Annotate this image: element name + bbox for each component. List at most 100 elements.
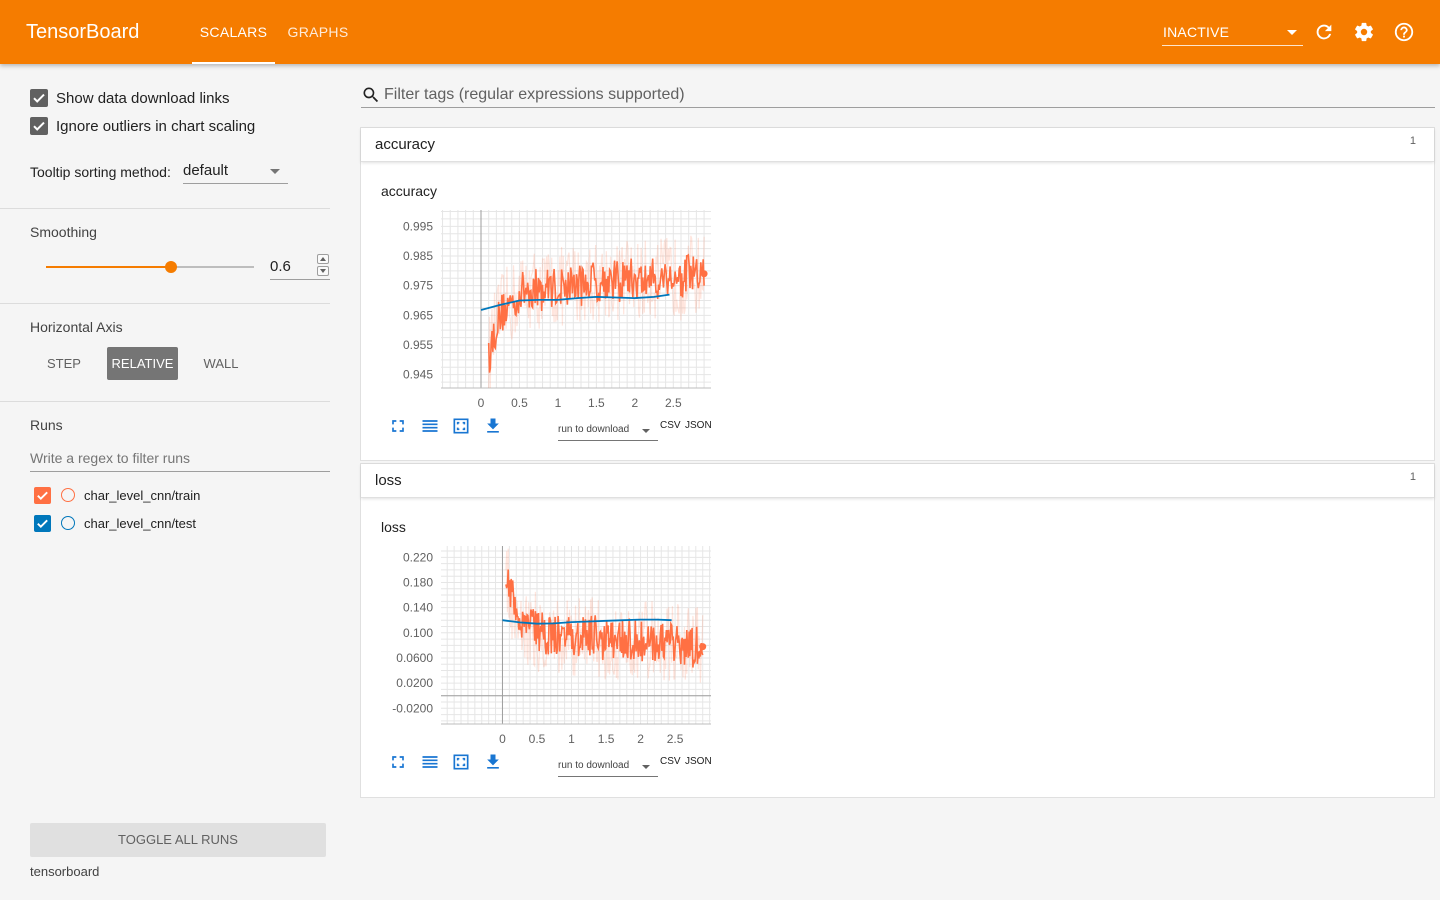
- horizontal-axis-title: Horizontal Axis: [30, 319, 123, 335]
- y-tick-label: 0.220: [403, 550, 433, 564]
- sidebar: Show data download links Ignore outliers…: [0, 64, 345, 900]
- y-tick-label: 0.975: [403, 279, 433, 293]
- series-train-last-point: [699, 643, 707, 651]
- refresh-icon[interactable]: [1313, 21, 1335, 43]
- runs-filter-input[interactable]: [30, 446, 330, 470]
- run-to-download-label: run to download: [558, 760, 630, 771]
- y-tick-label: 0.100: [403, 626, 433, 640]
- x-tick-label: 2: [632, 396, 639, 410]
- y-tick-label: 0.985: [403, 249, 433, 263]
- y-tick-label: 0.955: [403, 338, 433, 352]
- axis-step-button[interactable]: STEP: [38, 347, 90, 380]
- slider-fill: [46, 266, 171, 268]
- status-value: INACTIVE: [1163, 24, 1230, 40]
- fullscreen-icon[interactable]: [388, 416, 408, 436]
- accuracy-chart[interactable]: 0 0.5 1 1.5 2 2.5 0.945 0.955 0.965 0.975 0.985 0.9…: [361, 128, 721, 418]
- y-tick-label: 0.0600: [396, 651, 433, 665]
- chevron-down-icon: [642, 765, 650, 769]
- category-loss: loss 1 loss 0 0.5 1 1.5 2 2.5 -0.0200 0.0200 0.0…: [360, 463, 1435, 798]
- run-color-circle-icon[interactable]: [61, 488, 75, 502]
- increment-icon[interactable]: [317, 254, 329, 264]
- run-checkbox-train[interactable]: [34, 486, 51, 504]
- tag-filter-input[interactable]: [384, 83, 1424, 107]
- tooltip-sort-label: Tooltip sorting method:: [30, 164, 171, 180]
- app-title: TensorBoard: [26, 21, 140, 43]
- y-tick-label: 0.180: [403, 575, 433, 589]
- csv-download-link[interactable]: CSV: [660, 756, 681, 767]
- ignore-outliers-checkbox[interactable]: Ignore outliers in chart scaling: [30, 116, 255, 136]
- runs-filter-field[interactable]: [30, 446, 330, 472]
- x-tick-label: 1: [555, 396, 562, 410]
- help-icon[interactable]: [1393, 21, 1415, 43]
- category-count: 1: [1409, 471, 1416, 483]
- x-tick-label: 0.5: [511, 396, 528, 410]
- toggle-y-log-icon[interactable]: [420, 752, 440, 772]
- run-to-download-dropdown[interactable]: run to download: [558, 755, 658, 777]
- run-checkbox-test[interactable]: [34, 514, 51, 532]
- y-tick-label: 0.140: [403, 601, 433, 615]
- tooltip-sort-value: default: [183, 162, 229, 179]
- run-name-test: char_level_cnn/test: [84, 515, 197, 531]
- run-to-download-dropdown[interactable]: run to download: [558, 419, 658, 441]
- json-download-link[interactable]: JSON: [685, 756, 712, 767]
- category-accuracy: accuracy 1 accuracy 0 0.5 1 1.5 2 2.5 0.945 0.9…: [360, 127, 1435, 461]
- toggle-all-runs-button[interactable]: TOGGLE ALL RUNS: [30, 823, 326, 857]
- slider-handle[interactable]: [164, 261, 177, 273]
- x-tick-label: 2.5: [667, 732, 684, 746]
- tooltip-sort-dropdown[interactable]: default: [183, 160, 288, 184]
- divider: [0, 208, 330, 209]
- smoothing-input[interactable]: 0.6: [270, 254, 330, 280]
- csv-download-link[interactable]: CSV: [660, 420, 681, 431]
- ignore-outliers-label: Ignore outliers in chart scaling: [56, 117, 256, 135]
- tag-filter-field[interactable]: [361, 82, 1435, 108]
- checkbox-checked-icon: [30, 89, 48, 107]
- tab-scalars[interactable]: SCALARS: [192, 0, 275, 64]
- search-icon: [363, 87, 379, 103]
- download-icon[interactable]: [483, 752, 503, 772]
- show-download-links-label: Show data download links: [56, 89, 230, 107]
- download-icon[interactable]: [483, 416, 503, 436]
- divider: [0, 401, 330, 402]
- series-train-last-point: [700, 270, 708, 278]
- y-tick-label: 0.0200: [396, 676, 433, 690]
- x-tick-label: 1.5: [598, 732, 615, 746]
- decrement-icon[interactable]: [317, 266, 329, 276]
- x-tick-label: 2.5: [665, 396, 682, 410]
- y-tick-label: -0.0200: [392, 701, 433, 715]
- y-tick-label: 0.995: [403, 219, 433, 233]
- show-download-links-checkbox[interactable]: Show data download links: [30, 88, 229, 108]
- smoothing-slider[interactable]: [46, 261, 254, 273]
- tab-graphs[interactable]: GRAPHS: [280, 0, 356, 64]
- run-item-train: char_level_cnn/train: [34, 486, 200, 504]
- x-tick-label: 0: [478, 396, 485, 410]
- gear-icon[interactable]: [1353, 21, 1375, 43]
- status-dropdown[interactable]: INACTIVE: [1162, 18, 1303, 46]
- run-to-download-label: run to download: [558, 424, 630, 435]
- loss-chart[interactable]: 0 0.5 1 1.5 2 2.5 -0.0200 0.0200 0.0600 0.100 0.14…: [361, 464, 721, 754]
- toggle-y-log-icon[interactable]: [420, 416, 440, 436]
- x-tick-label: 0: [499, 732, 506, 746]
- chevron-down-icon: [270, 169, 280, 174]
- axis-relative-button[interactable]: RELATIVE: [107, 347, 178, 380]
- footer-label: tensorboard: [30, 864, 100, 879]
- json-download-link[interactable]: JSON: [685, 420, 712, 431]
- x-tick-label: 1.5: [588, 396, 605, 410]
- fit-domain-icon[interactable]: [451, 416, 471, 436]
- runs-title: Runs: [30, 417, 63, 433]
- smoothing-value: 0.6: [270, 258, 291, 275]
- fit-domain-icon[interactable]: [451, 752, 471, 772]
- divider: [0, 303, 330, 304]
- axis-wall-button[interactable]: WALL: [195, 347, 247, 380]
- run-name-train: char_level_cnn/train: [84, 487, 201, 503]
- checkbox-checked-icon: [30, 117, 48, 135]
- smoothing-title: Smoothing: [30, 224, 97, 240]
- top-app-bar: TensorBoard SCALARS GRAPHS INACTIVE: [0, 0, 1440, 64]
- category-count: 1: [1409, 135, 1416, 147]
- chevron-down-icon: [642, 429, 650, 433]
- run-color-circle-icon[interactable]: [61, 516, 75, 530]
- fullscreen-icon[interactable]: [388, 752, 408, 772]
- chevron-down-icon: [1287, 30, 1297, 35]
- y-tick-label: 0.965: [403, 308, 433, 322]
- run-item-test: char_level_cnn/test: [34, 514, 196, 532]
- x-tick-label: 2: [637, 732, 644, 746]
